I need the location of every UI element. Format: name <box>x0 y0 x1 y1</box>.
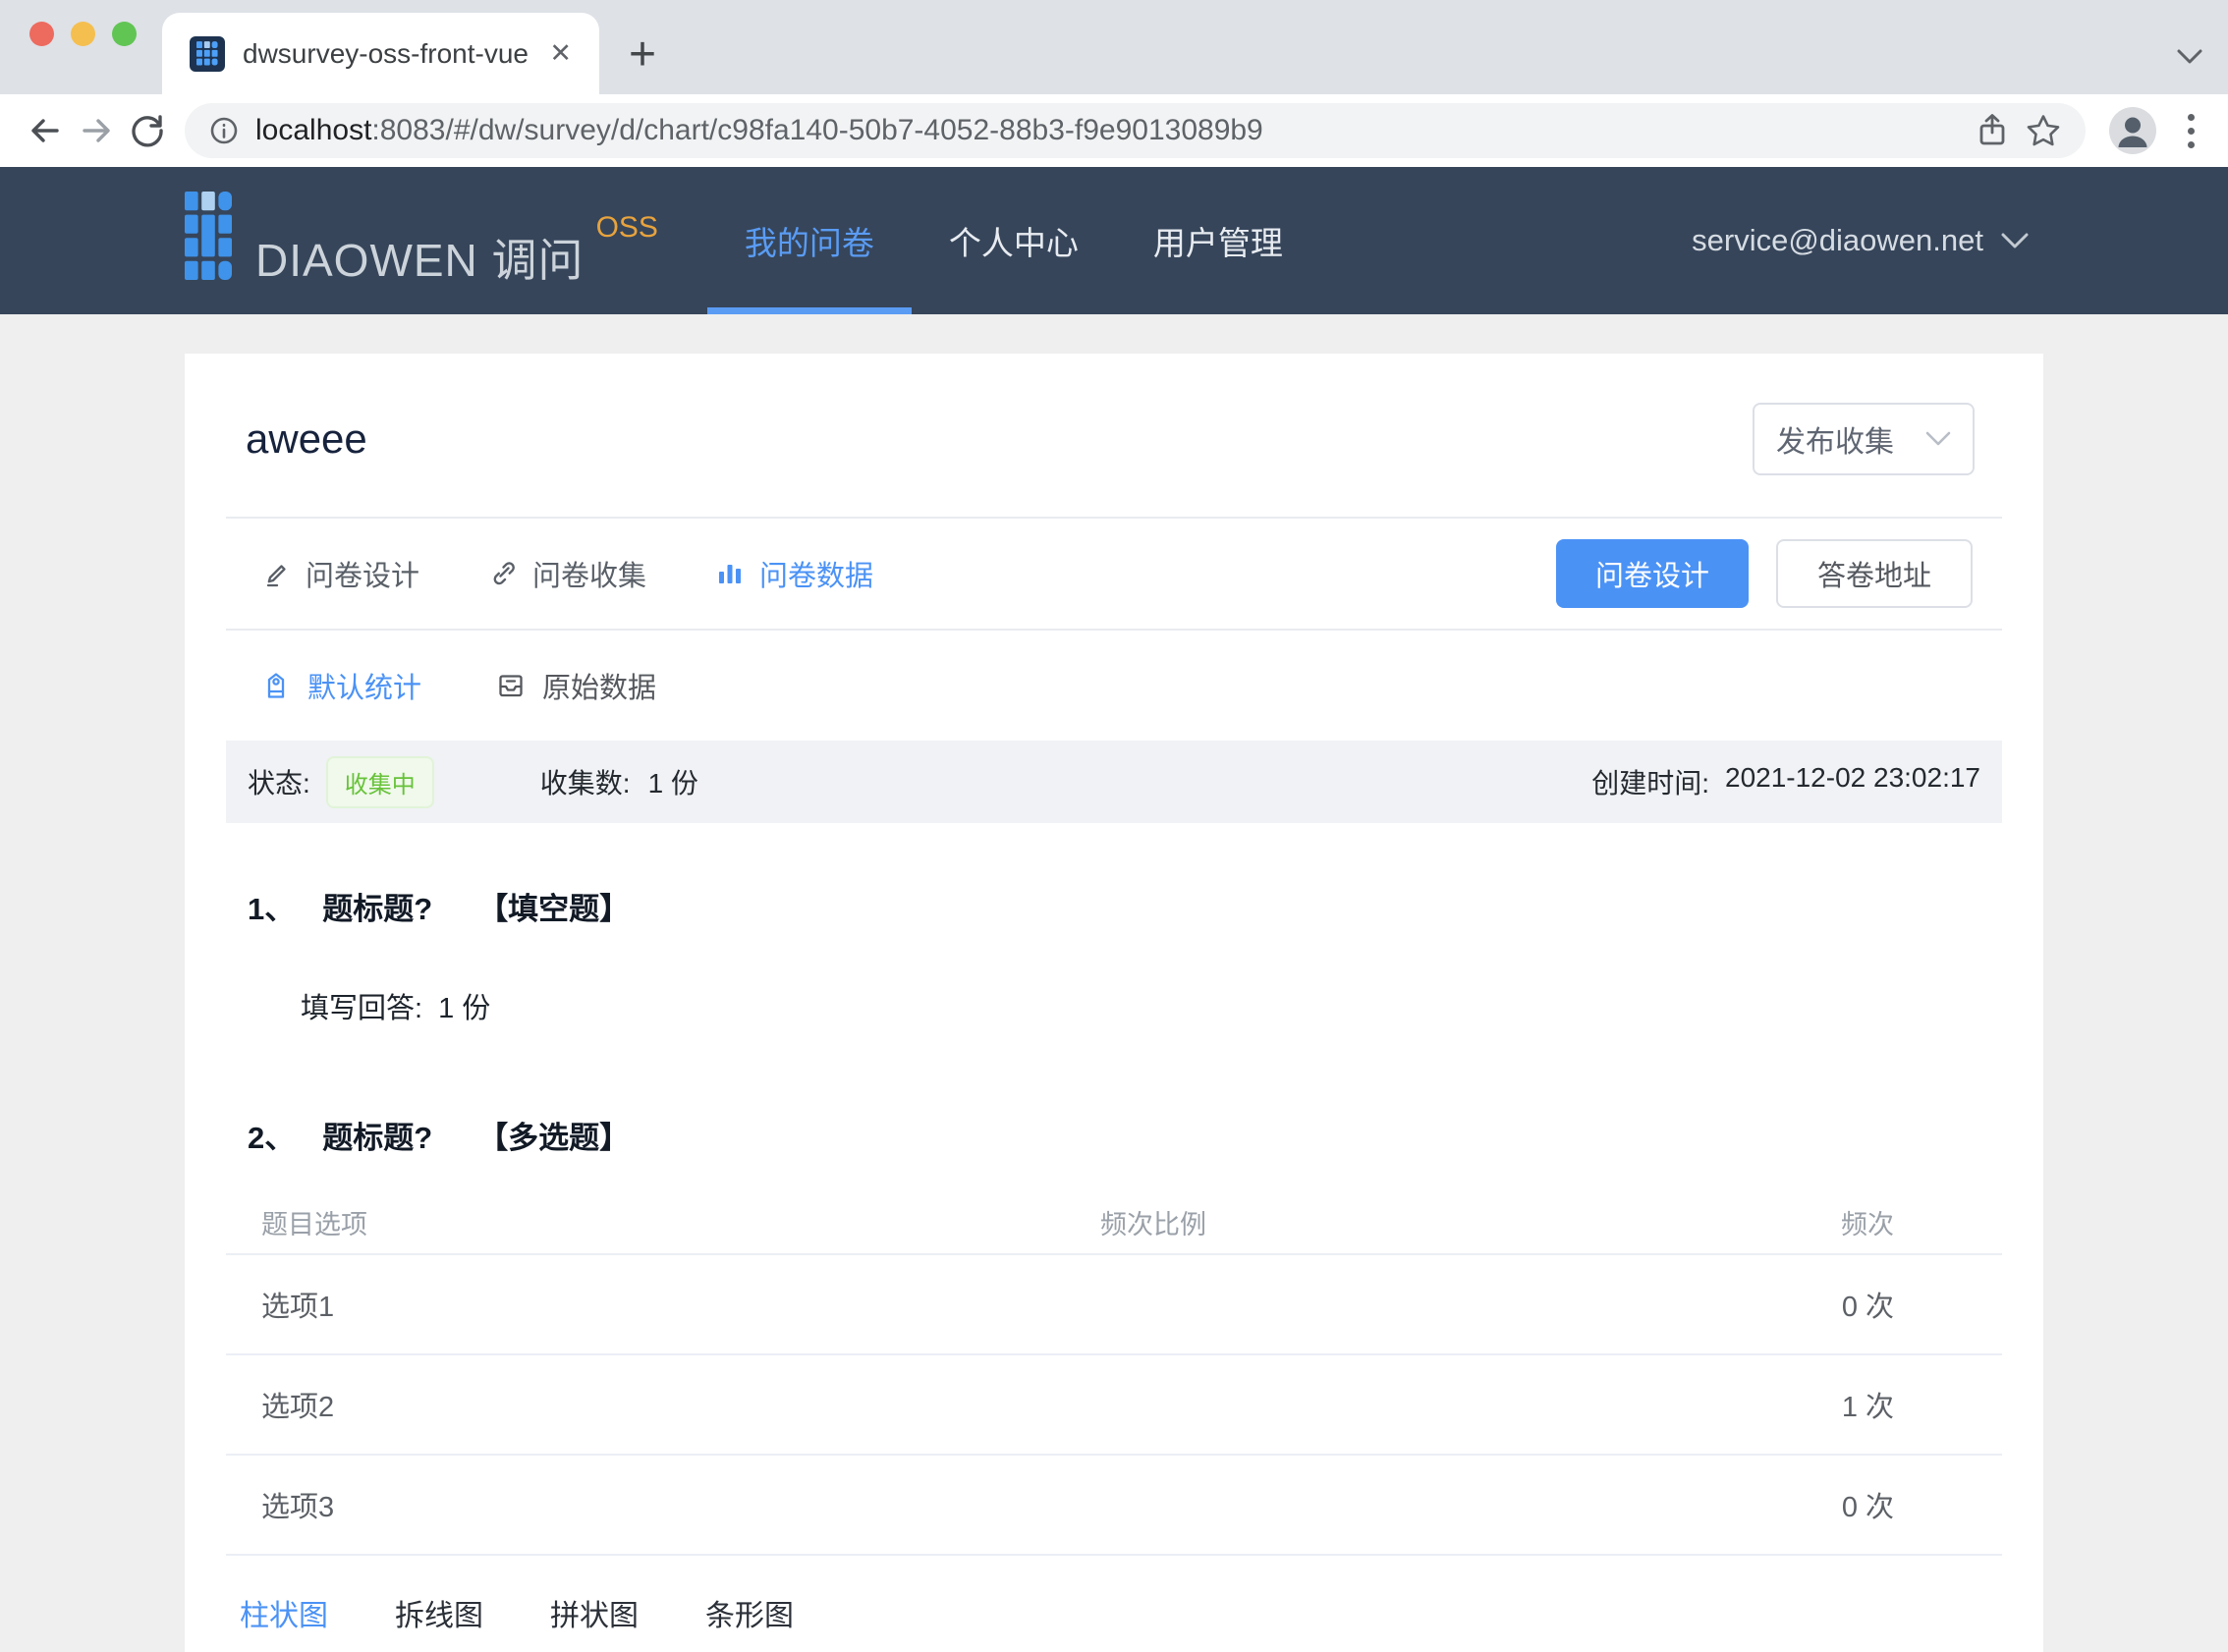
table-row: 选项3 0.00% 0 次 <box>226 1456 2002 1556</box>
tag-icon <box>267 673 285 698</box>
logo-wordmark: DIAOWEN 调问 <box>255 235 585 286</box>
chart-tab-column[interactable]: 柱状图 <box>240 1591 328 1634</box>
status-badge: 收集中 <box>325 755 434 808</box>
tab-survey-data[interactable]: 问卷数据 <box>715 553 873 594</box>
subtab-raw-data[interactable]: 原始数据 <box>496 665 656 706</box>
url-path: :8083/#/dw/survey/d/chart/c98fa140-50b7-… <box>371 114 1263 146</box>
chart-tab-pie[interactable]: 拼状图 <box>550 1591 639 1634</box>
account-menu[interactable]: service@diaowen.net <box>1692 223 2029 258</box>
answer-label: 填写回答: <box>301 993 423 1024</box>
maximize-window-button[interactable] <box>112 22 137 46</box>
question-title: 题标题? <box>322 1121 433 1155</box>
question-type: 【填空题】 <box>477 892 631 926</box>
nav-item-user-management[interactable]: 用户管理 <box>1116 167 1320 314</box>
main-nav: 我的问卷 个人中心 用户管理 <box>706 167 1320 314</box>
collect-count-label: 收集数: <box>539 768 631 798</box>
close-window-button[interactable] <box>29 22 54 46</box>
question-title: 题标题? <box>322 892 433 926</box>
share-icon[interactable] <box>1976 113 2009 148</box>
account-email: service@diaowen.net <box>1692 223 1983 257</box>
option-label: 选项3 <box>261 1492 335 1523</box>
minimize-window-button[interactable] <box>71 22 95 46</box>
new-tab-button[interactable]: + <box>629 31 656 79</box>
app-header: DIAOWEN 调问 OSS 我的问卷 个人中心 用户管理 service@di… <box>0 167 2228 314</box>
browser-menu-icon[interactable] <box>2174 113 2208 148</box>
percent-label: 100.00% <box>970 1414 1079 1445</box>
chevron-down-icon <box>1925 431 1951 446</box>
back-button[interactable] <box>20 112 71 149</box>
browser-tab-strip: dwsurvey-oss-front-vue ✕ + <box>0 0 2228 94</box>
nav-item-personal-center[interactable]: 个人中心 <box>912 167 1116 314</box>
question-number: 2、 <box>248 1121 296 1155</box>
option-frequency-table: 题目选项 频次比例 频次 选项1 0.00% 0 次 选项2 100.00% 1… <box>226 1190 2002 1556</box>
frequency-value: 0 次 <box>1841 1292 1894 1323</box>
browser-toolbar: localhost:8083/#/dw/survey/d/chart/c98fa… <box>0 94 2228 167</box>
survey-section-tabs: 问卷设计 问卷收集 问卷数据 问卷设计 答卷地址 <box>226 519 2002 629</box>
tab-title: dwsurvey-oss-front-vue <box>243 37 529 69</box>
frequency-value: 1 次 <box>1841 1392 1894 1423</box>
column-header-frequency: 频次 <box>1841 1209 1894 1239</box>
url-text[interactable]: localhost:8083/#/dw/survey/d/chart/c98fa… <box>255 114 1263 147</box>
page-background: aweee 发布收集 问卷设计 问卷收集 问卷数据 问卷设计 答卷地址 默认统计… <box>0 314 2228 1652</box>
survey-title: aweee <box>246 415 367 462</box>
logo-oss-badge: OSS <box>595 211 658 244</box>
tab-search-chevron-icon[interactable] <box>2177 49 2202 65</box>
browser-tab[interactable]: dwsurvey-oss-front-vue ✕ <box>162 13 599 94</box>
answer-url-button[interactable]: 答卷地址 <box>1775 539 1973 608</box>
app-logo[interactable]: DIAOWEN 调问 OSS <box>185 192 658 290</box>
status-bar: 状态: 收集中 收集数: 1 份 创建时间: 2021-12-02 23:02:… <box>226 741 2002 823</box>
question-2: 2、 题标题? 【多选题】 <box>226 1113 2002 1157</box>
percent-label: 0.00% <box>1122 1314 1200 1345</box>
subtab-default-stats[interactable]: 默认统计 <box>261 665 421 706</box>
data-subtabs: 默认统计 原始数据 <box>226 631 2002 741</box>
browser-profile-avatar[interactable] <box>2109 107 2156 154</box>
nav-item-my-surveys[interactable]: 我的问卷 <box>706 167 912 314</box>
bar-chart-icon <box>719 565 742 583</box>
window-controls <box>29 22 137 46</box>
forward-button[interactable] <box>71 112 122 149</box>
created-time-label: 创建时间: <box>1591 768 1709 798</box>
frequency-value: 0 次 <box>1841 1492 1894 1523</box>
status-label: 状态: <box>248 768 310 798</box>
site-info-icon[interactable] <box>208 115 240 146</box>
column-header-ratio: 频次比例 <box>1100 1209 1206 1239</box>
bookmark-star-icon[interactable] <box>2025 112 2062 149</box>
chart-type-tabs: 柱状图 拆线图 拼状图 条形图 <box>226 1591 2002 1652</box>
created-time-value: 2021-12-02 23:02:17 <box>1725 762 1980 793</box>
chart-tab-bar[interactable]: 条形图 <box>705 1591 794 1634</box>
chart-tab-line[interactable]: 拆线图 <box>395 1591 483 1634</box>
percent-label: 0.00% <box>1122 1514 1200 1545</box>
reload-button[interactable] <box>122 112 173 149</box>
table-header-row: 题目选项 频次比例 频次 <box>226 1190 2002 1255</box>
link-icon <box>493 562 515 585</box>
question-number: 1、 <box>248 892 296 926</box>
column-header-option: 题目选项 <box>261 1209 367 1239</box>
survey-design-button[interactable]: 问卷设计 <box>1555 539 1749 608</box>
inbox-icon <box>499 675 523 697</box>
tab-survey-design[interactable]: 问卷设计 <box>261 553 419 594</box>
publish-collect-select[interactable]: 发布收集 <box>1753 403 1975 475</box>
survey-card: aweee 发布收集 问卷设计 问卷收集 问卷数据 问卷设计 答卷地址 默认统计… <box>185 354 2043 1652</box>
collect-count-value: 1 份 <box>647 768 698 798</box>
chevron-down-icon <box>2001 233 2029 248</box>
answer-count: 1 份 <box>438 993 491 1024</box>
publish-collect-value: 发布收集 <box>1776 426 1894 459</box>
table-row: 选项2 100.00% 1 次 <box>226 1355 2002 1456</box>
address-bar[interactable]: localhost:8083/#/dw/survey/d/chart/c98fa… <box>185 103 2086 158</box>
diaowen-logo-icon <box>185 192 232 280</box>
tab-survey-collect[interactable]: 问卷收集 <box>488 553 646 594</box>
question-1: 1、 题标题? 【填空题】 填写回答: 1 份 <box>226 884 2002 1026</box>
question-type: 【多选题】 <box>477 1121 631 1155</box>
url-host: localhost <box>255 114 372 146</box>
site-favicon-icon <box>190 35 225 72</box>
option-label: 选项1 <box>261 1292 335 1323</box>
tab-close-icon[interactable]: ✕ <box>549 38 572 69</box>
pencil-icon <box>266 565 286 587</box>
table-row: 选项1 0.00% 0 次 <box>226 1255 2002 1355</box>
